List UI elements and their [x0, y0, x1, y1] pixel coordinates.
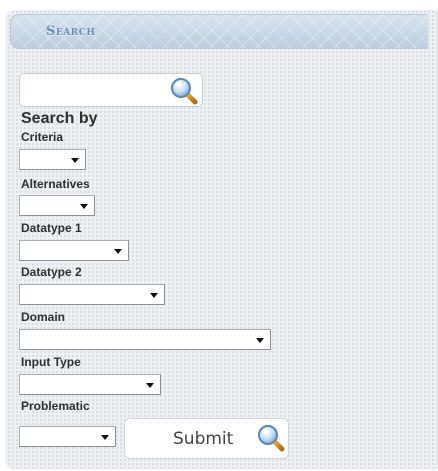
panel-title: Search	[46, 24, 96, 39]
submit-label: Submit	[173, 429, 234, 449]
chevron-down-icon	[114, 249, 122, 254]
chevron-down-icon	[80, 204, 88, 209]
datatype1-select[interactable]	[19, 240, 129, 261]
search-icon[interactable]	[169, 76, 199, 106]
problematic-select[interactable]	[19, 426, 116, 447]
criteria-label: Criteria	[21, 130, 64, 144]
chevron-down-icon	[71, 158, 79, 163]
input-type-select[interactable]	[19, 374, 161, 395]
submit-button[interactable]: Submit	[124, 418, 289, 459]
input-type-label: Input Type	[21, 355, 81, 369]
chevron-down-icon	[256, 338, 264, 343]
search-input[interactable]	[19, 73, 203, 107]
domain-select[interactable]	[19, 329, 271, 350]
datatype1-label: Datatype 1	[21, 221, 82, 235]
problematic-label: Problematic	[21, 399, 90, 413]
domain-label: Domain	[21, 310, 66, 324]
datatype2-label: Datatype 2	[21, 265, 82, 279]
alternatives-select[interactable]	[19, 195, 95, 216]
panel-header: Search	[10, 14, 428, 49]
chevron-down-icon	[101, 435, 109, 440]
search-by-heading: Search by	[21, 110, 98, 127]
datatype2-select[interactable]	[19, 284, 165, 305]
criteria-select[interactable]	[19, 149, 86, 170]
alternatives-label: Alternatives	[21, 177, 90, 191]
chevron-down-icon	[150, 293, 158, 298]
search-icon	[258, 425, 285, 452]
chevron-down-icon	[146, 383, 154, 388]
